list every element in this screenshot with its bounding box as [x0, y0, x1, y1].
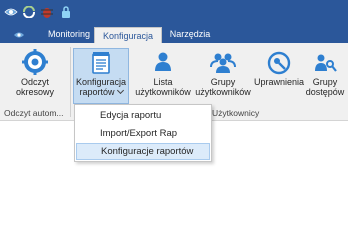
- periodic-read-icon: [22, 49, 48, 75]
- sync-icon[interactable]: [22, 5, 36, 20]
- tab-monitoring[interactable]: Monitoring: [40, 26, 98, 43]
- bug-icon[interactable]: [40, 6, 54, 20]
- ribbon-tab-bar: Monitoring Konfiguracja Narzędzia: [0, 26, 348, 44]
- odczyt-okresowy-button[interactable]: Odczyt okresowy: [4, 47, 66, 103]
- grupy-dostepow-button[interactable]: Grupy dostępów: [304, 47, 346, 103]
- grupy-uzytkownikow-label: Grupy użytkowników: [195, 77, 251, 97]
- grupy-uzytkownikow-button[interactable]: Grupy użytkowników: [192, 47, 254, 103]
- group-label-uzytkownicy: Użytkownicy: [212, 108, 260, 118]
- app-menu-tab[interactable]: [4, 26, 34, 43]
- group-separator: [70, 47, 71, 117]
- report-config-dropdown: Edycja raportu Import/Export Rap Konfigu…: [74, 104, 212, 162]
- tab-konfiguracja[interactable]: Konfiguracja: [94, 27, 162, 44]
- grupy-dostepow-label: Grupy dostępów: [305, 77, 345, 97]
- tab-narzedzia[interactable]: Narzędzia: [164, 26, 216, 43]
- menu-item-import-export[interactable]: Import/Export Rap: [76, 125, 210, 142]
- odczyt-okresowy-label: Odczyt okresowy: [15, 77, 54, 97]
- menu-item-edycja-raportu[interactable]: Edycja raportu: [76, 107, 210, 124]
- lista-uzytkownikow-label: Lista użytkowników: [135, 77, 191, 97]
- group-label-odczyt: Odczyt autom...: [4, 108, 64, 118]
- chevron-down-icon: [116, 86, 124, 95]
- report-config-icon: [92, 52, 110, 74]
- access-groups-icon: [315, 54, 337, 72]
- app-menu-icon: [14, 32, 24, 38]
- konfiguracja-raportow-button[interactable]: Konfiguracja raportów: [73, 48, 129, 104]
- uprawnienia-label: Uprawnienia: [254, 77, 305, 87]
- user-groups-icon: [210, 53, 236, 73]
- permissions-icon: [267, 51, 291, 75]
- uprawnienia-button[interactable]: Uprawnienia: [254, 47, 304, 103]
- lock-icon[interactable]: [60, 6, 72, 20]
- quick-access-toolbar: [0, 0, 348, 26]
- user-list-icon: [155, 52, 171, 71]
- eye-icon[interactable]: [4, 6, 18, 20]
- lista-uzytkownikow-button[interactable]: Lista użytkowników: [132, 47, 194, 103]
- menu-item-konfiguracje-raportow[interactable]: Konfiguracje raportów: [76, 143, 210, 160]
